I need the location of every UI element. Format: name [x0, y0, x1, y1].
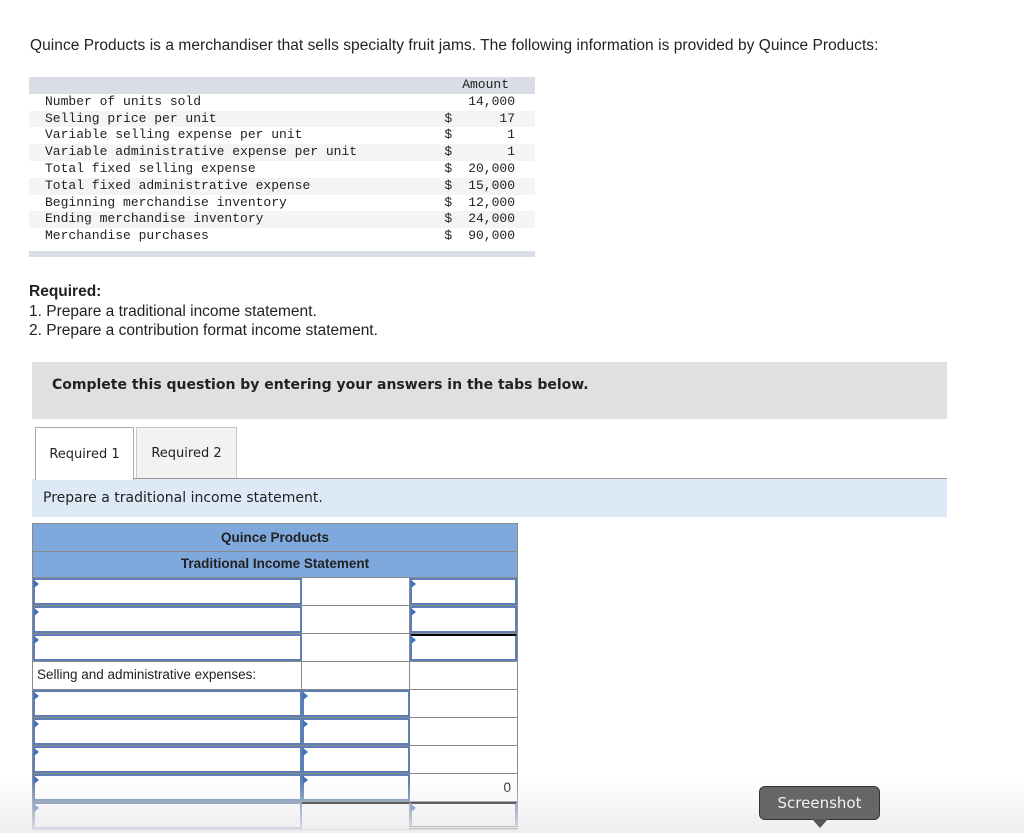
- info-row-currency: $: [444, 177, 453, 193]
- expense4-label-input[interactable]: [33, 774, 302, 801]
- statement-row: Selling and administrative expenses:: [33, 661, 517, 689]
- expense-total-cell: 0: [410, 774, 517, 801]
- required-item-2: 2. Prepare a contribution format income …: [29, 322, 378, 339]
- statement-row: [33, 689, 517, 717]
- income-statement-table: Quince Products Traditional Income State…: [32, 523, 518, 830]
- expense1-label-input[interactable]: [33, 690, 302, 717]
- info-row-currency: [444, 94, 468, 111]
- expense4-amount-input[interactable]: [302, 774, 410, 801]
- info-row-value: 24,000: [468, 211, 515, 227]
- info-row-currency: $: [444, 194, 453, 210]
- statement-row: [33, 801, 517, 829]
- row1-total-input[interactable]: [410, 578, 517, 605]
- instruction-text: Prepare a traditional income statement.: [43, 490, 323, 506]
- statement-row: [33, 745, 517, 773]
- intro-text: Quince Products is a merchandiser that s…: [30, 37, 879, 54]
- info-row-value: 17: [499, 110, 515, 126]
- info-row: Variable administrative expense per unit…: [29, 144, 535, 161]
- row2-amount-cell: [302, 606, 410, 633]
- info-row-value: 1: [507, 127, 515, 143]
- banner-text: Complete this question by entering your …: [52, 377, 589, 393]
- amount-header: Amount: [462, 77, 509, 92]
- info-row: Number of units sold 14,000: [29, 94, 535, 111]
- section-label-cell: Selling and administrative expenses:: [33, 662, 302, 689]
- expense2-label-input[interactable]: [33, 718, 302, 745]
- row1-amount-cell: [302, 578, 410, 605]
- info-table-header: Amount: [29, 77, 535, 94]
- expense2-amount-input[interactable]: [302, 718, 410, 745]
- info-row-currency: $: [444, 110, 453, 126]
- statement-title: Traditional Income Statement: [33, 552, 517, 577]
- info-row: Total fixed selling expense $20,000: [29, 161, 535, 178]
- info-row-label: Total fixed administrative expense: [45, 177, 311, 193]
- final-amount-cell: [302, 802, 410, 829]
- info-row-value: 15,000: [468, 177, 515, 193]
- info-row-label: Variable administrative expense per unit: [45, 144, 358, 160]
- row3-label-input[interactable]: [33, 634, 302, 661]
- info-row-label: Beginning merchandise inventory: [45, 194, 287, 210]
- tab-required-2[interactable]: Required 2: [136, 427, 237, 478]
- tab-required-1[interactable]: Required 1: [35, 427, 134, 480]
- info-row-value: 14,000: [468, 93, 515, 109]
- expense3-label-input[interactable]: [33, 746, 302, 773]
- info-row-currency: $: [444, 127, 453, 143]
- info-row: Total fixed administrative expense $15,00…: [29, 177, 535, 195]
- section-label: Selling and administrative expenses:: [37, 667, 257, 682]
- final-label-input[interactable]: [33, 802, 302, 829]
- expense1-amount-input[interactable]: [302, 690, 410, 717]
- statement-company: Quince Products: [33, 524, 517, 552]
- final-total-input[interactable]: [410, 802, 517, 829]
- expense3-amount-input[interactable]: [302, 746, 410, 773]
- statement-row: [33, 633, 517, 661]
- info-row-value: 12,000: [468, 194, 515, 210]
- info-row-currency: $: [444, 211, 453, 227]
- statement-row: [33, 577, 517, 605]
- statement-row: [33, 605, 517, 633]
- info-row-label: Total fixed selling expense: [45, 160, 256, 176]
- expense-total-value: 0: [503, 780, 511, 795]
- info-row: Variable selling expense per unit $1: [29, 127, 535, 144]
- screenshot-button[interactable]: Screenshot: [759, 786, 880, 828]
- info-row-currency: $: [444, 228, 453, 244]
- required-section: Required: 1. Prepare a traditional incom…: [29, 282, 378, 341]
- info-row: Ending merchandise inventory $24,000: [29, 211, 535, 229]
- info-row-currency: $: [444, 160, 453, 176]
- required-item-1: 1. Prepare a traditional income statemen…: [29, 302, 317, 320]
- info-row-label: Variable selling expense per unit: [45, 127, 303, 143]
- row1-label-input[interactable]: [33, 578, 302, 605]
- statement-row: [33, 717, 517, 745]
- info-row-label: Ending merchandise inventory: [45, 211, 264, 227]
- row2-total-input[interactable]: [410, 606, 517, 633]
- row3-amount-cell: [302, 634, 410, 661]
- info-row-currency: $: [444, 144, 453, 160]
- info-row: Merchandise purchases $90,000: [29, 228, 535, 245]
- statement-row: 0: [33, 773, 517, 801]
- row2-label-input[interactable]: [33, 606, 302, 633]
- info-table-footer: [29, 251, 535, 257]
- instructions-banner: Complete this question by entering your …: [32, 362, 947, 419]
- info-row-label: Merchandise purchases: [45, 228, 209, 244]
- tab-instruction: Prepare a traditional income statement.: [32, 479, 947, 517]
- info-row: Beginning merchandise inventory $12,000: [29, 195, 535, 212]
- required-title: Required:: [29, 283, 102, 300]
- info-row: Selling price per unit $17: [29, 110, 535, 128]
- info-row-label: Selling price per unit: [45, 110, 217, 126]
- info-table: Amount Number of units sold 14,000 Selling…: [29, 77, 535, 245]
- info-row-label: Number of units sold: [45, 93, 202, 109]
- info-row-value: 1: [507, 144, 515, 160]
- info-row-value: 20,000: [468, 160, 515, 176]
- row3-total-input[interactable]: [410, 634, 517, 661]
- info-row-value: 90,000: [468, 228, 515, 244]
